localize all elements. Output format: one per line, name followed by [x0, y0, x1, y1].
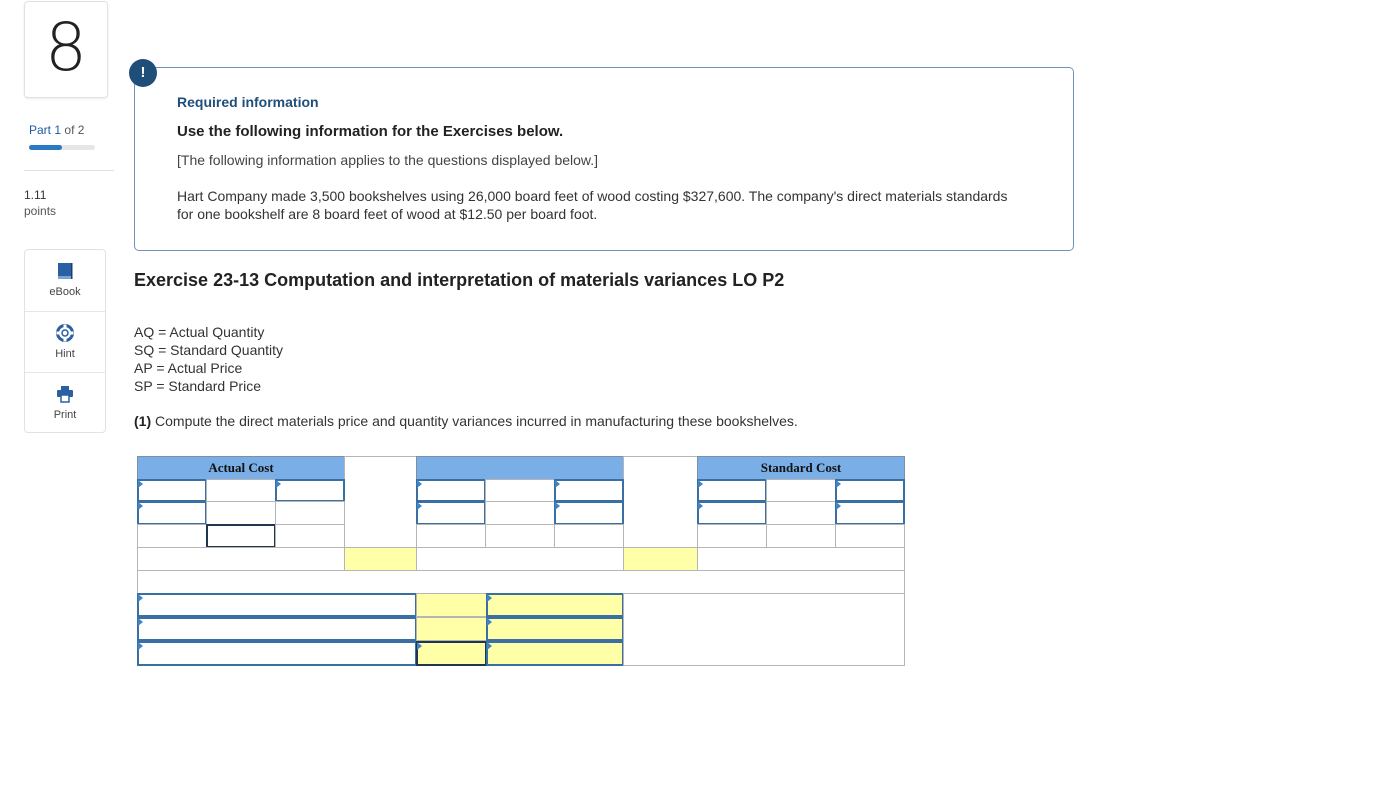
standard-quantity-input[interactable] [697, 479, 767, 502]
spacer-row [137, 570, 905, 594]
blank-cell [416, 524, 486, 548]
printer-icon [57, 386, 73, 403]
operator-cell [206, 479, 276, 502]
scenario-text: Hart Company made 3,500 bookshelves usin… [177, 188, 1008, 222]
ebook-label: eBook [49, 286, 81, 298]
use-following-title: Use the following information for the Ex… [177, 123, 564, 140]
middle-price-amount-input[interactable] [554, 501, 624, 525]
required-info-title: Required information [177, 94, 319, 110]
actual-quantity-amount-input[interactable] [137, 501, 207, 525]
question-number-label: (1) [134, 413, 152, 429]
blank-cell [137, 547, 345, 571]
print-label: Print [53, 409, 77, 421]
middle-header [416, 456, 624, 480]
middle-quantity-input[interactable] [416, 479, 486, 502]
definition-ap: AP = Actual Price [134, 360, 243, 376]
standard-quantity-amount-input[interactable] [697, 501, 767, 525]
spacer-cell [623, 456, 698, 548]
spacer-cell [344, 456, 417, 548]
actual-quantity-input[interactable] [137, 479, 207, 502]
question-number: 8 [45, 9, 87, 86]
summary-type-select-2[interactable] [486, 617, 624, 641]
blank-cell [485, 524, 555, 548]
summary-label-input-2[interactable] [137, 617, 417, 641]
applies-note: [The following information applies to th… [177, 152, 599, 168]
middle-price-input[interactable] [554, 479, 624, 502]
price-variance-input[interactable] [344, 547, 417, 571]
standard-price-amount-input[interactable] [835, 501, 905, 525]
print-button[interactable]: Print [25, 372, 105, 433]
tools-panel: eBook Hint Print [24, 249, 106, 433]
definition-aq: AQ = Actual Quantity [134, 324, 265, 340]
points-label: points [24, 204, 57, 218]
blank-cell [623, 593, 905, 666]
summary-label-input-1[interactable] [137, 593, 417, 617]
hint-button[interactable]: Hint [25, 311, 105, 372]
question-prompt: (1) Compute the direct materials price a… [134, 413, 798, 429]
operator-cell [766, 479, 836, 502]
rail-divider [24, 170, 114, 171]
summary-type-select-1[interactable] [486, 593, 624, 617]
question-number-box: 8 [24, 1, 108, 98]
actual-cost-header: Actual Cost [137, 456, 345, 480]
actual-price-input[interactable] [275, 479, 345, 502]
blank-cell [697, 547, 905, 571]
part-total: of 2 [64, 123, 85, 137]
required-information-card: Required information Use the following i… [134, 67, 1074, 251]
summary-type-select-3[interactable] [486, 641, 624, 666]
lifebuoy-icon [56, 324, 74, 342]
summary-amount-input-3[interactable] [416, 641, 487, 666]
standard-price-input[interactable] [835, 479, 905, 502]
definition-sp: SP = Standard Price [134, 378, 261, 394]
blank-cell [697, 524, 767, 548]
part-indicator: Part 1 of 2 [29, 123, 84, 137]
part-progress-bar [29, 145, 95, 150]
question-text: Compute the direct materials price and q… [151, 413, 798, 429]
part-prefix: Part [29, 123, 52, 137]
alert-icon: ! [129, 59, 157, 87]
blank-cell [416, 547, 624, 571]
operator-cell [485, 479, 555, 502]
summary-label-input-3[interactable] [137, 641, 417, 666]
exercise-title: Exercise 23-13 Computation and interpret… [134, 270, 785, 290]
standard-cost-header: Standard Cost [697, 456, 905, 480]
part-progress-fill [29, 145, 62, 150]
operator-cell [206, 501, 276, 525]
points-value: 1.11 [24, 188, 47, 202]
definitions-list: AQ = Actual Quantity SQ = Standard Quant… [134, 323, 283, 395]
book-icon [58, 263, 73, 279]
part-current: 1 [54, 123, 62, 137]
quantity-variance-input[interactable] [623, 547, 698, 571]
operator-cell [766, 501, 836, 525]
ebook-button[interactable]: eBook [25, 250, 105, 311]
blank-cell [835, 524, 905, 548]
middle-quantity-amount-input[interactable] [416, 501, 486, 525]
blank-cell [275, 524, 345, 548]
blank-cell [137, 524, 207, 548]
summary-amount-input-2[interactable] [416, 617, 487, 641]
actual-cost-total-input[interactable] [206, 524, 276, 548]
definition-sq: SQ = Standard Quantity [134, 342, 284, 358]
blank-cell [766, 524, 836, 548]
blank-cell [554, 524, 624, 548]
summary-amount-input-1[interactable] [416, 593, 487, 617]
operator-cell [485, 501, 555, 525]
blank-cell [275, 501, 345, 525]
hint-label: Hint [55, 348, 75, 360]
